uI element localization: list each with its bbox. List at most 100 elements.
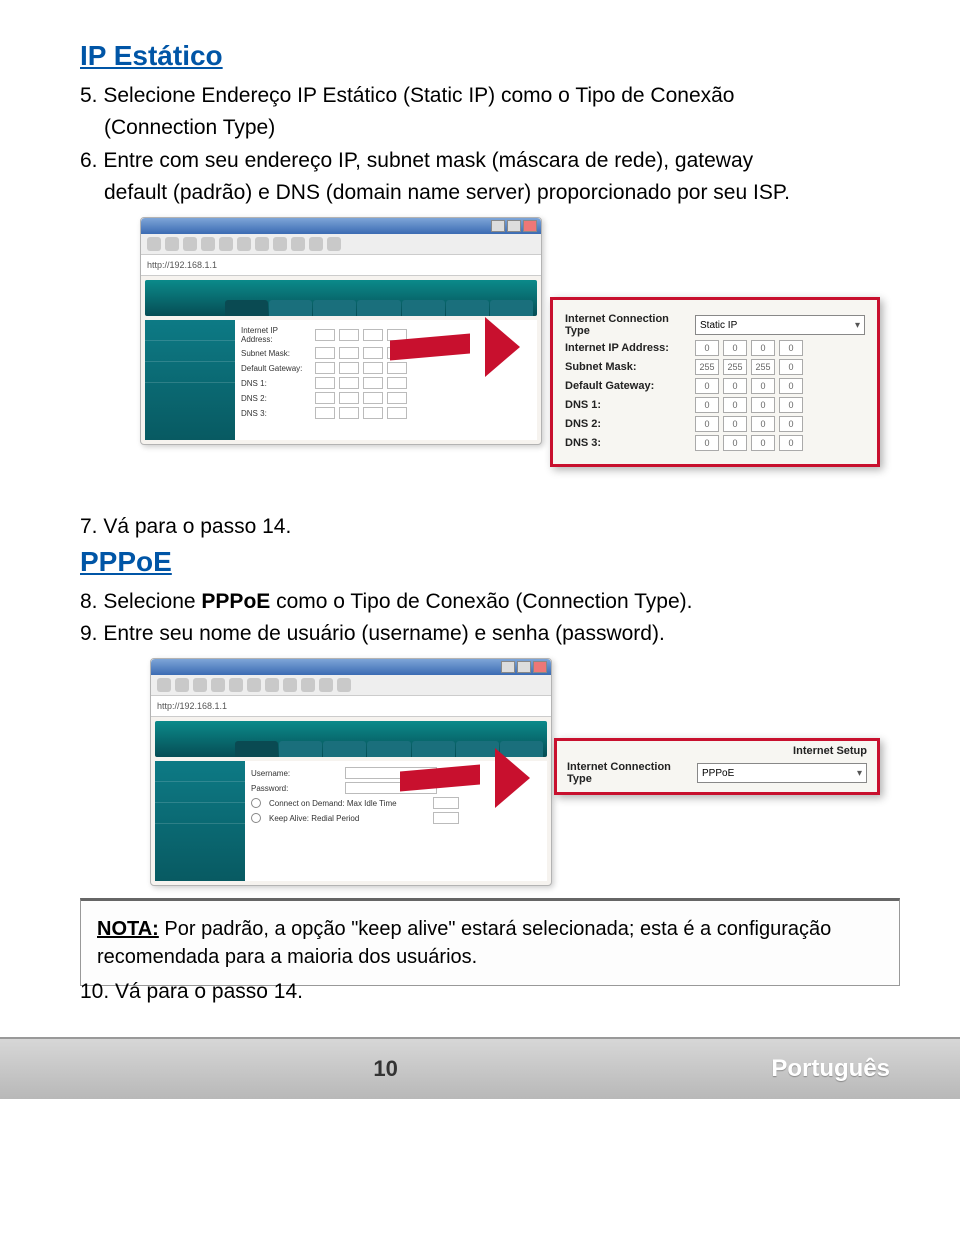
connection-type-select-2[interactable]: PPPoE ▾ (697, 763, 867, 783)
ip-octet-input[interactable]: 0 (723, 340, 747, 356)
tab-apps[interactable] (402, 300, 445, 316)
media-icon[interactable] (283, 678, 297, 692)
ip-oct[interactable] (363, 392, 383, 404)
ip-oct[interactable] (315, 392, 335, 404)
ip-octet-input[interactable]: 0 (751, 340, 775, 356)
ip-oct[interactable] (339, 362, 359, 374)
refresh-icon[interactable] (211, 678, 225, 692)
note-box: NOTA: Por padrão, a opção "keep alive" e… (80, 898, 900, 986)
address-bar-2[interactable]: http://192.168.1.1 (151, 696, 551, 717)
ip-oct[interactable] (363, 377, 383, 389)
ip-octet-input[interactable]: 0 (723, 416, 747, 432)
tab-security[interactable] (323, 741, 366, 757)
ip-oct[interactable] (339, 407, 359, 419)
redial-input[interactable] (433, 812, 459, 824)
ip-octet-input[interactable]: 0 (779, 435, 803, 451)
side-conn-type[interactable] (155, 803, 245, 824)
side-internet-setup[interactable] (155, 782, 245, 803)
back-icon[interactable] (157, 678, 171, 692)
tab-status[interactable] (490, 300, 533, 316)
side-conn-type[interactable] (145, 362, 235, 383)
max-button[interactable] (517, 661, 531, 673)
forward-icon[interactable] (165, 237, 179, 251)
min-button[interactable] (491, 220, 505, 232)
ip-oct[interactable] (363, 362, 383, 374)
close-button[interactable] (533, 661, 547, 673)
ip-octet-input[interactable]: 0 (695, 416, 719, 432)
tab-wireless[interactable] (279, 741, 322, 757)
side-internet-setup[interactable] (145, 341, 235, 362)
ip-oct[interactable] (315, 377, 335, 389)
ip-oct[interactable] (387, 407, 407, 419)
ip-octet-input[interactable]: 0 (723, 435, 747, 451)
search-icon[interactable] (237, 237, 251, 251)
ip-oct[interactable] (339, 347, 359, 359)
ip-octet-input[interactable]: 0 (695, 340, 719, 356)
mail-icon[interactable] (309, 237, 323, 251)
mail-icon[interactable] (319, 678, 333, 692)
close-button[interactable] (523, 220, 537, 232)
ip-octet-input[interactable]: 255 (723, 359, 747, 375)
ip-oct[interactable] (339, 329, 359, 341)
home-icon[interactable] (229, 678, 243, 692)
ip-octet-input[interactable]: 0 (695, 397, 719, 413)
tab-admin[interactable] (446, 300, 489, 316)
popup-conn-type-label-2: Internet Connection Type (567, 761, 697, 785)
ip-oct[interactable] (363, 347, 383, 359)
ip-octet-input[interactable]: 0 (779, 416, 803, 432)
ip-octet-input[interactable]: 0 (779, 340, 803, 356)
tab-wireless[interactable] (269, 300, 312, 316)
home-icon[interactable] (219, 237, 233, 251)
refresh-icon[interactable] (201, 237, 215, 251)
ip-octet-input[interactable]: 0 (723, 397, 747, 413)
ip-octet-input[interactable]: 0 (751, 397, 775, 413)
ip-oct[interactable] (387, 392, 407, 404)
ip-octet-input[interactable]: 255 (695, 359, 719, 375)
print-icon[interactable] (337, 678, 351, 692)
ip-octet-input[interactable]: 0 (779, 397, 803, 413)
history-icon[interactable] (291, 237, 305, 251)
min-button[interactable] (501, 661, 515, 673)
ip-oct[interactable] (315, 362, 335, 374)
ip-octet-input[interactable]: 0 (695, 378, 719, 394)
side-basic-setup[interactable] (155, 761, 245, 782)
ip-octet-input[interactable]: 0 (723, 378, 747, 394)
side-basic-setup[interactable] (145, 320, 235, 341)
ip-octet-input[interactable]: 0 (779, 359, 803, 375)
stop-icon[interactable] (183, 237, 197, 251)
tab-setup[interactable] (225, 300, 268, 316)
ip-oct[interactable] (315, 329, 335, 341)
ip-oct[interactable] (315, 347, 335, 359)
back-icon[interactable] (147, 237, 161, 251)
favorites-icon[interactable] (265, 678, 279, 692)
tab-security[interactable] (313, 300, 356, 316)
ip-oct[interactable] (387, 377, 407, 389)
connection-type-select[interactable]: Static IP ▾ (695, 315, 865, 335)
step-7: 7. Vá para o passo 14. (80, 513, 900, 541)
radio-connect-on-demand[interactable] (251, 798, 261, 808)
ip-octet-input[interactable]: 0 (695, 435, 719, 451)
forward-icon[interactable] (175, 678, 189, 692)
address-bar[interactable]: http://192.168.1.1 (141, 255, 541, 276)
ip-octet-input[interactable]: 0 (779, 378, 803, 394)
ip-oct[interactable] (315, 407, 335, 419)
max-button[interactable] (507, 220, 521, 232)
history-icon[interactable] (301, 678, 315, 692)
ip-oct[interactable] (363, 407, 383, 419)
stop-icon[interactable] (193, 678, 207, 692)
favorites-icon[interactable] (255, 237, 269, 251)
ip-octet-input[interactable]: 0 (751, 378, 775, 394)
print-icon[interactable] (327, 237, 341, 251)
tab-setup[interactable] (235, 741, 278, 757)
step-9: 9. Entre seu nome de usuário (username) … (80, 620, 900, 648)
radio-keep-alive[interactable] (251, 813, 261, 823)
media-icon[interactable] (273, 237, 287, 251)
ip-oct[interactable] (339, 392, 359, 404)
ip-oct[interactable] (363, 329, 383, 341)
ip-octet-input[interactable]: 255 (751, 359, 775, 375)
ip-octet-input[interactable]: 0 (751, 416, 775, 432)
ip-octet-input[interactable]: 0 (751, 435, 775, 451)
ip-oct[interactable] (339, 377, 359, 389)
tab-access[interactable] (357, 300, 400, 316)
search-icon[interactable] (247, 678, 261, 692)
